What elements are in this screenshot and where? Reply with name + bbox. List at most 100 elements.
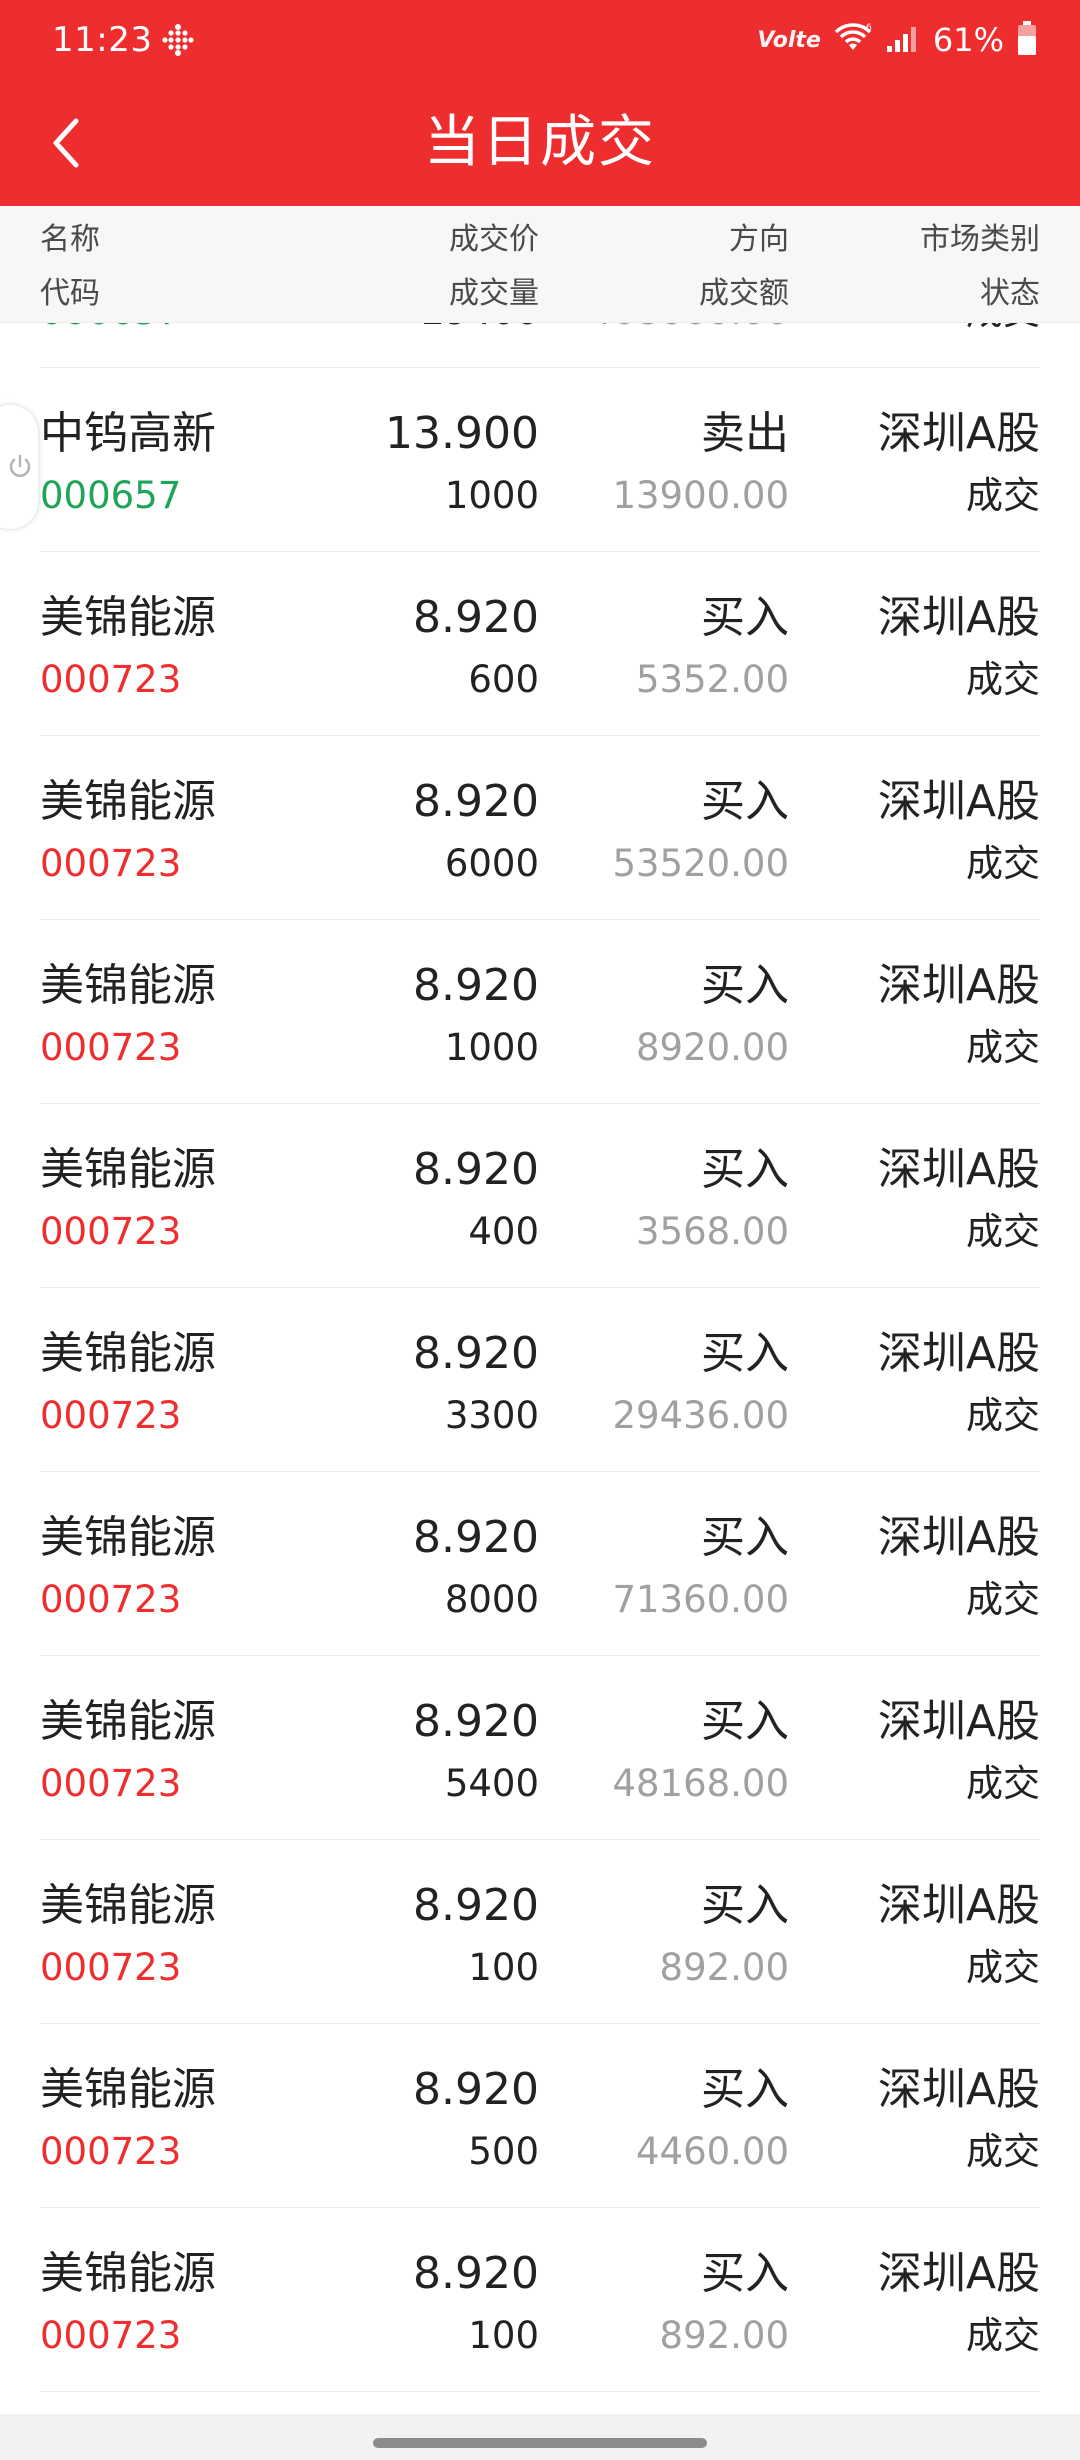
trade-direction: 买入: [701, 1696, 789, 1747]
column-quantity: 成交量: [449, 276, 539, 311]
trade-quantity: 400: [468, 1210, 539, 1253]
trade-row[interactable]: 美锦能源 8.920 买入 深圳A股 000723 6000 53520.00 成交: [0, 736, 1080, 920]
trade-amount: 53520.00: [612, 842, 789, 885]
stock-name: 美锦能源: [40, 1144, 216, 1195]
navigation-bar: [0, 2414, 1080, 2460]
trade-status: 成交: [966, 842, 1040, 885]
trade-list-content: 00065729400408660.00成交中钨高新 13.900 卖出深圳A股 00…: [0, 322, 1080, 2392]
stock-code: 000723: [40, 658, 182, 701]
stock-name: 美锦能源: [40, 960, 216, 1011]
trade-price: 8.920: [413, 1512, 539, 1563]
trade-amount: 892.00: [659, 1946, 789, 1989]
trade-price: 8.920: [413, 1328, 539, 1379]
market-type: 深圳A股: [877, 2248, 1040, 2299]
stock-code: 000723: [40, 1762, 182, 1805]
volte-indicator: Volte: [757, 27, 821, 53]
trade-row[interactable]: 美锦能源 8.920 买入 深圳A股 000723 100 892.00 成交: [0, 2208, 1080, 2392]
trade-status: 成交: [966, 1762, 1040, 1805]
trade-quantity: 8000: [444, 1578, 539, 1621]
trade-price: 8.920: [413, 1144, 539, 1195]
trade-amount: 4460.00: [635, 2130, 789, 2173]
stock-code: 000657: [40, 322, 181, 336]
trade-price: 8.920: [413, 2248, 539, 2299]
trade-quantity: 100: [468, 2314, 539, 2357]
trade-direction: 买入: [701, 1328, 789, 1379]
home-gesture-handle[interactable]: [373, 2438, 707, 2448]
trade-quantity: 500: [468, 2130, 539, 2173]
trade-status: 成交: [966, 2130, 1040, 2173]
power-icon: [9, 454, 31, 477]
trade-row[interactable]: 美锦能源 8.920 买入 深圳A股 000723 5400 48168.00 成交: [0, 1656, 1080, 1840]
trade-status: 成交: [966, 474, 1040, 517]
stock-code: 000723: [40, 1394, 182, 1437]
app-header: 11:23 Volte 6 61% 当日成交: [0, 0, 1080, 206]
trade-row[interactable]: 美锦能源 8.920 买入 深圳A股 000723 600 5352.00 成交: [0, 552, 1080, 736]
trade-status: 成交: [966, 322, 1040, 336]
status-time: 11:23: [52, 20, 153, 60]
stock-name: 美锦能源: [40, 2064, 216, 2115]
floating-side-handle[interactable]: [0, 405, 38, 529]
trade-row[interactable]: 美锦能源 8.920 买入 深圳A股 000723 1000 8920.00 成交: [0, 920, 1080, 1104]
column-status: 状态: [980, 276, 1040, 311]
trade-price: 8.920: [413, 960, 539, 1011]
trade-direction: 买入: [701, 1144, 789, 1195]
stock-name: 美锦能源: [40, 776, 216, 827]
trade-amount: 48168.00: [612, 1762, 789, 1805]
stock-name: 美锦能源: [40, 592, 216, 643]
trade-quantity: 5400: [444, 1762, 539, 1805]
trade-status: 成交: [966, 1210, 1040, 1253]
trade-price: 8.920: [413, 1880, 539, 1931]
trade-list[interactable]: 00065729400408660.00成交中钨高新 13.900 卖出深圳A股 00…: [0, 322, 1080, 2414]
trade-status: 成交: [966, 1394, 1040, 1437]
market-type: 深圳A股: [877, 2064, 1040, 2115]
column-market: 市场类别: [920, 222, 1040, 257]
trade-direction: 买入: [701, 1512, 789, 1563]
trade-direction: 买入: [701, 592, 789, 643]
stock-name: 中钨高新: [40, 408, 216, 459]
market-type: 深圳A股: [877, 1328, 1040, 1379]
trade-amount: 3568.00: [635, 1210, 789, 1253]
trade-row[interactable]: 中钨高新 13.900 卖出 深圳A股 000657 1000 13900.00 成交: [0, 368, 1080, 552]
market-type: 深圳A股: [877, 1880, 1040, 1931]
wifi-icon: 6: [833, 22, 873, 58]
trade-row[interactable]: 美锦能源 8.920 买入 深圳A股 000723 8000 71360.00 成交: [0, 1472, 1080, 1656]
trade-direction: 买入: [701, 2248, 789, 2299]
trade-status: 成交: [966, 658, 1040, 701]
trade-direction: 买入: [701, 1880, 789, 1931]
stock-name: 美锦能源: [40, 1512, 216, 1563]
battery-percentage: 61%: [932, 21, 1004, 59]
trade-amount: 29436.00: [612, 1394, 789, 1437]
market-type: 深圳A股: [877, 592, 1040, 643]
trade-amount: 8920.00: [635, 1026, 789, 1069]
trade-row[interactable]: 美锦能源 8.920 买入 深圳A股 000723 400 3568.00 成交: [0, 1104, 1080, 1288]
stock-name: 美锦能源: [40, 1328, 216, 1379]
trade-row[interactable]: 美锦能源 8.920 买入 深圳A股 000723 3300 29436.00 成交: [0, 1288, 1080, 1472]
trade-row[interactable]: 美锦能源 8.920 买入 深圳A股 000723 100 892.00 成交: [0, 1840, 1080, 2024]
trade-direction: 买入: [701, 960, 789, 1011]
trade-status: 成交: [966, 1026, 1040, 1069]
market-type: 深圳A股: [877, 1144, 1040, 1195]
trade-status: 成交: [966, 2314, 1040, 2357]
column-price: 成交价: [449, 222, 539, 257]
trade-direction: 卖出: [701, 408, 789, 459]
trade-status: 成交: [966, 1578, 1040, 1621]
trade-row[interactable]: 000657 29400 408660.00 成交: [0, 322, 1080, 368]
trade-row[interactable]: 美锦能源 8.920 买入 深圳A股 000723 500 4460.00 成交: [0, 2024, 1080, 2208]
trade-amount: 5352.00: [635, 658, 789, 701]
stock-code: 000723: [40, 842, 182, 885]
battery-icon: [1016, 20, 1038, 60]
title-bar: 当日成交: [0, 80, 1080, 206]
trade-price: 13.900: [385, 408, 539, 459]
market-type: 深圳A股: [877, 1512, 1040, 1563]
signal-icon: [885, 22, 921, 58]
stock-code: 000723: [40, 2314, 182, 2357]
trade-quantity: 100: [468, 1946, 539, 1989]
trade-direction: 买入: [701, 2064, 789, 2115]
stock-name: 美锦能源: [40, 1880, 216, 1931]
trade-price: 8.920: [413, 1696, 539, 1747]
trade-price: 8.920: [413, 592, 539, 643]
trade-quantity: 3300: [444, 1394, 539, 1437]
stock-code: 000723: [40, 1578, 182, 1621]
status-indicators: Volte 6 61%: [757, 18, 1038, 62]
column-header: 名称 成交价 方向 市场类别 代码 成交量 成交额 状态: [0, 206, 1080, 323]
